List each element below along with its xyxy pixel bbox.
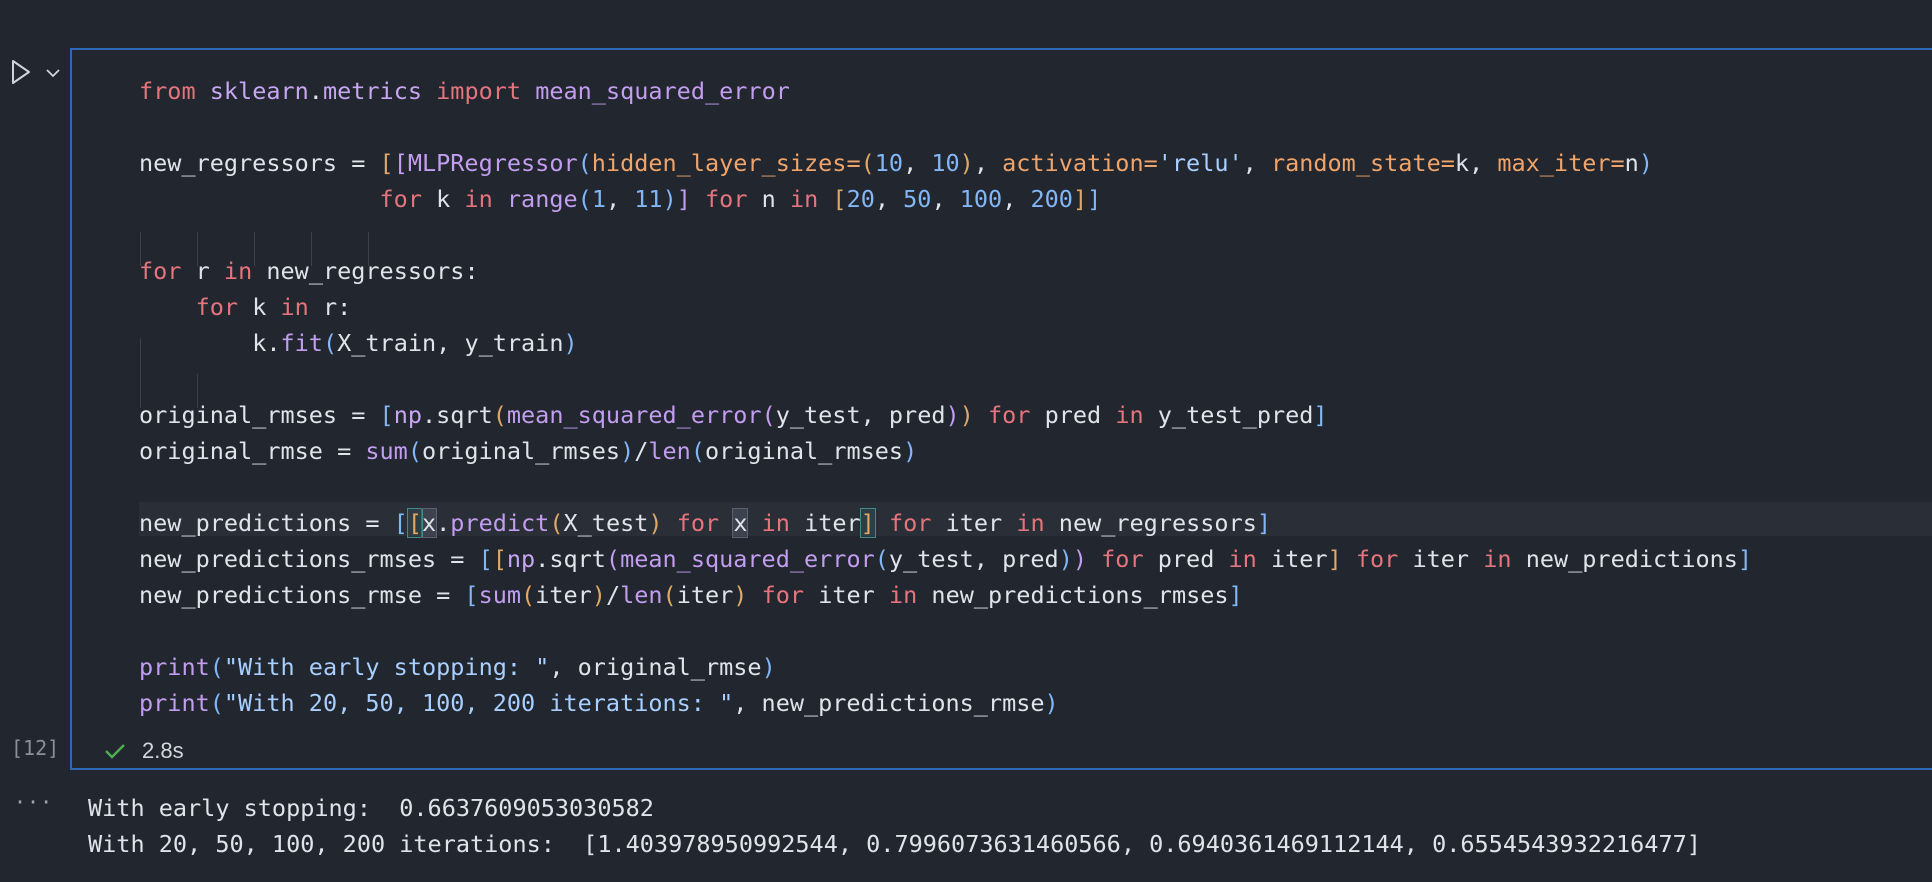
code-line-15: new_predictions_rmse = [sum(iter)/len(it…	[139, 581, 1243, 609]
run-cell-button[interactable]	[10, 59, 32, 85]
code-line-7: for k in r:	[195, 293, 352, 321]
output-actions-button[interactable]: ···	[14, 790, 53, 814]
check-icon	[105, 744, 125, 759]
code-cell[interactable]: from sklearn.metrics import mean_squared…	[70, 48, 1932, 770]
cell-output: With early stopping: 0.6637609053030582 W…	[88, 790, 1701, 862]
code-line-17: print("With early stopping: ", original_…	[139, 653, 776, 681]
code-line-13: new_predictions = [[x.predict(X_test) fo…	[139, 508, 1272, 538]
cell-status: 2.8s	[104, 734, 184, 768]
code-line-8: k.fit(X_train, y_train)	[252, 329, 578, 357]
run-options-button[interactable]	[44, 64, 62, 78]
execution-count: [12]	[11, 736, 60, 760]
output-line-2: With 20, 50, 100, 200 iterations: [1.403…	[88, 830, 1701, 858]
execution-time: 2.8s	[142, 738, 184, 763]
code-line-11: original_rmse = sum(original_rmses)/len(…	[139, 437, 918, 465]
code-line-14: new_predictions_rmses = [[np.sqrt(mean_s…	[139, 545, 1753, 573]
code-editor[interactable]: from sklearn.metrics import mean_squared…	[72, 50, 1932, 730]
code-line-3: new_regressors = [[MLPRegressor(hidden_l…	[139, 149, 1653, 177]
output-line-1: With early stopping: 0.6637609053030582	[88, 794, 654, 822]
code-line-18: print("With 20, 50, 100, 200 iterations:…	[139, 689, 1059, 717]
code-line-10: original_rmses = [np.sqrt(mean_squared_e…	[139, 401, 1328, 429]
play-icon	[12, 60, 30, 84]
chevron-down-icon	[46, 69, 60, 78]
code-line-6: for r in new_regressors:	[139, 257, 479, 285]
code-line-4: for k in range(1, 11)] for n in [20, 50,…	[379, 185, 1102, 213]
code-line-1: from sklearn.metrics import mean_squared…	[139, 77, 790, 105]
